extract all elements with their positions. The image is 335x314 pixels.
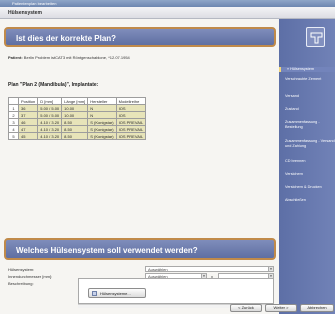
table-header-cell (8, 97, 19, 105)
table-cell: 2 (8, 111, 19, 119)
sleeve-systems-button[interactable]: Hülsensysteme... (88, 288, 146, 298)
sidebar-item-screwed-cemented[interactable]: Verschraubte Zement (279, 77, 335, 82)
sidebar-item-sleeve-system[interactable]: » Hülsensystem (279, 67, 335, 72)
table-header-row: Position D [mm] Länge [mm] Hersteller Mo… (8, 97, 147, 105)
table-cell: IOS PREVAIL (115, 125, 147, 133)
window-titlebar: Patientenplan bearbeiten (0, 0, 335, 7)
app-header: Hülsensystem (0, 7, 335, 19)
wizard-sidebar: » Hülsensystem Verschraubte Zement Versa… (279, 19, 335, 314)
table-cell: 1 (8, 104, 19, 112)
table-cell: IOS PREVAIL (115, 132, 147, 140)
table-header-cell: Hersteller (87, 97, 117, 105)
description-label: Beschreibung: (8, 281, 34, 286)
back-button[interactable]: < Zurück (230, 304, 262, 312)
sidebar-item-finish[interactable]: Abschließen (279, 198, 335, 203)
table-cell: IOS PREVAIL (115, 118, 147, 126)
system-select[interactable]: Auswählen ▼ (145, 266, 274, 272)
table-cell: 4 (8, 125, 19, 133)
table-cell: 5 (8, 132, 19, 140)
table-cell: 4.10 / 3.20 (37, 118, 63, 126)
table-row[interactable]: 5 45 4.10 / 3.20 8.50 S (Konigstar) IOS … (8, 132, 147, 140)
table-cell: 36 (17, 104, 39, 112)
table-cell: 10.00 (61, 111, 89, 119)
sleeve-systems-button-label: Hülsensysteme... (100, 291, 131, 296)
sidebar-item-insure[interactable]: Versichern (279, 172, 335, 177)
table-cell: 3 (8, 118, 19, 126)
table-cell: IOS (115, 111, 147, 119)
chevron-down-icon: ▼ (268, 267, 273, 271)
app-logo-icon (306, 27, 325, 47)
diameter-label: Innendurchmesser [mm]: (8, 274, 53, 279)
table-cell: S (Konigstar) (87, 118, 117, 126)
plan-heading: Plan "Plan 2 (Mandibula)", Implantate: (8, 82, 99, 88)
sleeve-system-banner: Welches Hülsensystem soll verwendet werd… (4, 238, 276, 260)
table-row[interactable]: 1 36 5.00 / 5.00 10.00 N IOS (8, 104, 147, 112)
table-row[interactable]: 4 47 4.10 / 3.20 8.50 S (Konigstar) IOS … (8, 125, 147, 133)
tooth-icon (310, 32, 323, 44)
app-title: Hülsensystem (8, 10, 42, 16)
table-cell: 37 (17, 111, 39, 119)
table-cell: 5.00 / 5.00 (37, 111, 63, 119)
table-cell: S (Konigstar) (87, 125, 117, 133)
question-banner-text: Ist dies der korrekte Plan? (16, 34, 117, 43)
table-cell: 46 (17, 118, 39, 126)
table-cell: 5.00 / 5.00 (37, 104, 63, 112)
table-cell: 8.50 (61, 125, 89, 133)
table-cell: 10.00 (61, 104, 89, 112)
patient-line: Patient: Berlin Problem istCAT3 mit Rönt… (8, 55, 130, 60)
table-cell: IOS (115, 104, 147, 112)
table-cell: 4.10 / 3.20 (37, 125, 63, 133)
implant-table: Position D [mm] Länge [mm] Hersteller Mo… (8, 97, 147, 140)
system-select-value: Auswählen (148, 267, 168, 272)
sleeve-system-banner-text: Welches Hülsensystem soll verwendet werd… (16, 246, 198, 255)
table-header-cell: Modellreihe (115, 97, 147, 105)
table-cell: 47 (17, 125, 39, 133)
sidebar-item-insure-print[interactable]: Versichern & Drucken (279, 185, 335, 190)
sidebar-item-condition[interactable]: Zustand (279, 107, 335, 112)
next-button[interactable]: Weiter > (265, 304, 297, 312)
cancel-button[interactable]: Abbrechen (300, 304, 334, 312)
table-cell: 4.10 / 3.20 (37, 132, 63, 140)
table-row[interactable]: 2 37 5.00 / 5.00 10.00 N IOS (8, 111, 147, 119)
table-header-cell: D [mm] (37, 97, 63, 105)
table-cell: 8.50 (61, 132, 89, 140)
sidebar-item-shipping[interactable]: Versand (279, 94, 335, 99)
sidebar-item-summary-order[interactable]: Zusammenfassung - Bestellung (279, 120, 335, 130)
question-banner: Ist dies der korrekte Plan? (4, 27, 276, 47)
table-cell: N (87, 111, 117, 119)
patient-label: Patient: (8, 55, 23, 60)
table-cell: S (Konigstar) (87, 132, 117, 140)
table-cell: 45 (17, 132, 39, 140)
table-header-cell: Länge [mm] (61, 97, 89, 105)
system-label: Hülsensystem: (8, 267, 35, 272)
sidebar-item-summary-shipping[interactable]: Zusammenfassung - Versand und Zahlung (279, 139, 335, 149)
window-title: Patientenplan bearbeiten (12, 1, 57, 6)
list-icon (92, 291, 97, 296)
table-cell: N (87, 104, 117, 112)
sidebar-item-burn-cd[interactable]: CD brennen (279, 159, 335, 164)
table-cell: 8.50 (61, 118, 89, 126)
patient-value: Berlin Problem istCAT3 mit Röntgenschabl… (23, 55, 130, 60)
table-header-cell: Position (17, 97, 39, 105)
table-row[interactable]: 3 46 4.10 / 3.20 8.50 S (Konigstar) IOS … (8, 118, 147, 126)
